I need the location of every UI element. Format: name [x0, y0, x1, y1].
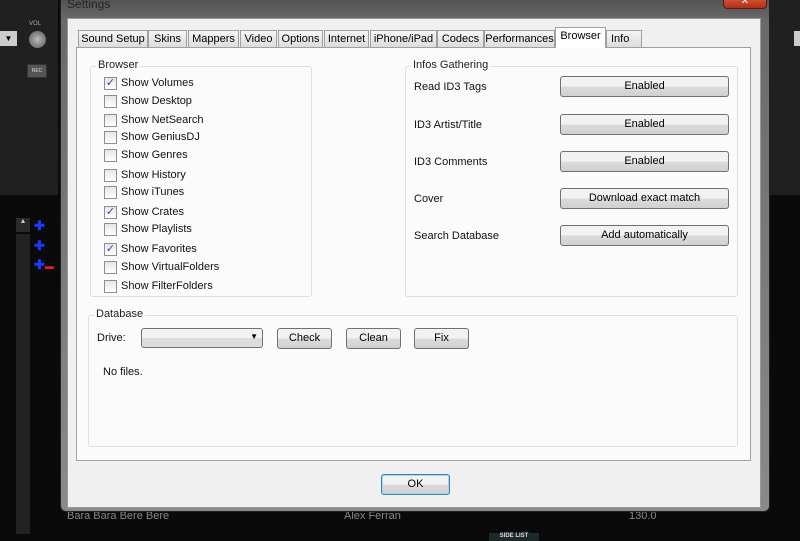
checkbox-box	[104, 113, 117, 127]
show-virtualfolders-checkbox[interactable]: Show VirtualFolders	[104, 260, 219, 274]
checkbox-box	[104, 222, 117, 236]
tab-performances[interactable]: Performances	[484, 30, 555, 47]
id3-artist-title-button[interactable]: Enabled	[560, 114, 729, 135]
tab-info[interactable]: Info	[606, 30, 642, 47]
check-button[interactable]: Check	[277, 328, 332, 349]
track-row[interactable]: Bara Bara Bere Bere Alex Ferran 130.0	[54, 510, 800, 524]
read-id3-tags-label: Read ID3 Tags	[414, 81, 487, 93]
show-genres-checkbox[interactable]: Show Genres	[104, 148, 188, 162]
checkbox-box	[104, 185, 117, 199]
id3-comments-button[interactable]: Enabled	[560, 151, 729, 172]
side-list-tab[interactable]: SIDE LIST	[489, 533, 539, 541]
tab-sound-setup[interactable]: Sound Setup	[78, 30, 148, 47]
checkbox-checked: ✓	[104, 205, 117, 219]
ok-button[interactable]: OK	[381, 474, 450, 495]
drive-label: Drive:	[97, 332, 126, 344]
infos-gathering-group	[405, 66, 738, 297]
drive-select[interactable]: ▼	[141, 328, 263, 348]
show-filterfolders-checkbox[interactable]: Show FilterFolders	[104, 279, 213, 293]
show-geniusdj-checkbox[interactable]: Show GeniusDJ	[104, 130, 200, 144]
checkbox-box	[104, 260, 117, 274]
show-playlists-checkbox[interactable]: Show Playlists	[104, 222, 192, 236]
close-button[interactable]: ✕	[723, 0, 767, 9]
window-title: Settings	[67, 0, 111, 11]
scroll-up-button[interactable]: ▲	[16, 218, 30, 232]
tab-codecs[interactable]: Codecs	[437, 30, 484, 47]
add-folder-icon[interactable]: ✚	[34, 218, 45, 234]
show-volumes-checkbox[interactable]: ✓ Show Volumes	[104, 76, 194, 90]
checkbox-checked: ✓	[104, 242, 117, 256]
browser-group-label: Browser	[96, 59, 141, 71]
search-database-label: Search Database	[414, 230, 499, 242]
fix-button[interactable]: Fix	[414, 328, 469, 349]
rec-button[interactable]: REC	[27, 64, 47, 78]
cover-label: Cover	[414, 193, 444, 205]
show-itunes-checkbox[interactable]: Show iTunes	[104, 185, 184, 199]
tab-skins[interactable]: Skins	[148, 30, 187, 47]
tab-browser[interactable]: Browser	[555, 27, 606, 48]
tab-internet[interactable]: Internet	[324, 30, 369, 47]
checkbox-checked: ✓	[104, 76, 117, 90]
checkbox-box	[104, 279, 117, 293]
right-deck-panel	[770, 0, 800, 195]
id3-comments-label: ID3 Comments	[414, 156, 488, 168]
chevron-down-icon: ▼	[250, 332, 258, 341]
add-playlist-icon[interactable]: ✚▬	[34, 257, 54, 273]
infos-gathering-label: Infos Gathering	[411, 59, 491, 71]
checkbox-box	[104, 130, 117, 144]
tab-video[interactable]: Video	[240, 30, 277, 47]
scrollbar[interactable]	[16, 234, 30, 534]
show-desktop-checkbox[interactable]: Show Desktop	[104, 94, 192, 108]
show-netsearch-checkbox[interactable]: Show NetSearch	[104, 113, 204, 127]
checkbox-box	[104, 168, 117, 182]
dropdown-arrow-button[interactable]: ▼	[0, 31, 17, 46]
add-filter-icon[interactable]: ✚	[34, 238, 45, 254]
tab-mappers[interactable]: Mappers	[188, 30, 239, 47]
left-deck-panel	[0, 0, 58, 195]
vol-knob[interactable]	[28, 30, 47, 49]
show-favorites-checkbox[interactable]: ✓ Show Favorites	[104, 242, 197, 256]
right-dropdown-arrow[interactable]	[794, 31, 800, 46]
browser-checkbox-list: ✓ Show Volumes Show Desktop Show NetSearc…	[104, 76, 304, 296]
read-id3-tags-button[interactable]: Enabled	[560, 76, 729, 97]
cover-button[interactable]: Download exact match	[560, 188, 729, 209]
database-group-label: Database	[94, 308, 146, 320]
checkbox-box	[104, 94, 117, 108]
search-database-button[interactable]: Add automatically	[560, 225, 729, 246]
vol-label: VOL	[29, 21, 42, 27]
show-history-checkbox[interactable]: Show History	[104, 168, 186, 182]
id3-artist-title-label: ID3 Artist/Title	[414, 119, 483, 131]
checkbox-box	[104, 148, 117, 162]
clean-button[interactable]: Clean	[346, 328, 401, 349]
database-status: No files.	[103, 366, 143, 378]
tab-options[interactable]: Options	[278, 30, 323, 47]
show-crates-checkbox[interactable]: ✓ Show Crates	[104, 205, 184, 219]
tab-iphone-ipad[interactable]: iPhone/iPad	[370, 30, 437, 47]
